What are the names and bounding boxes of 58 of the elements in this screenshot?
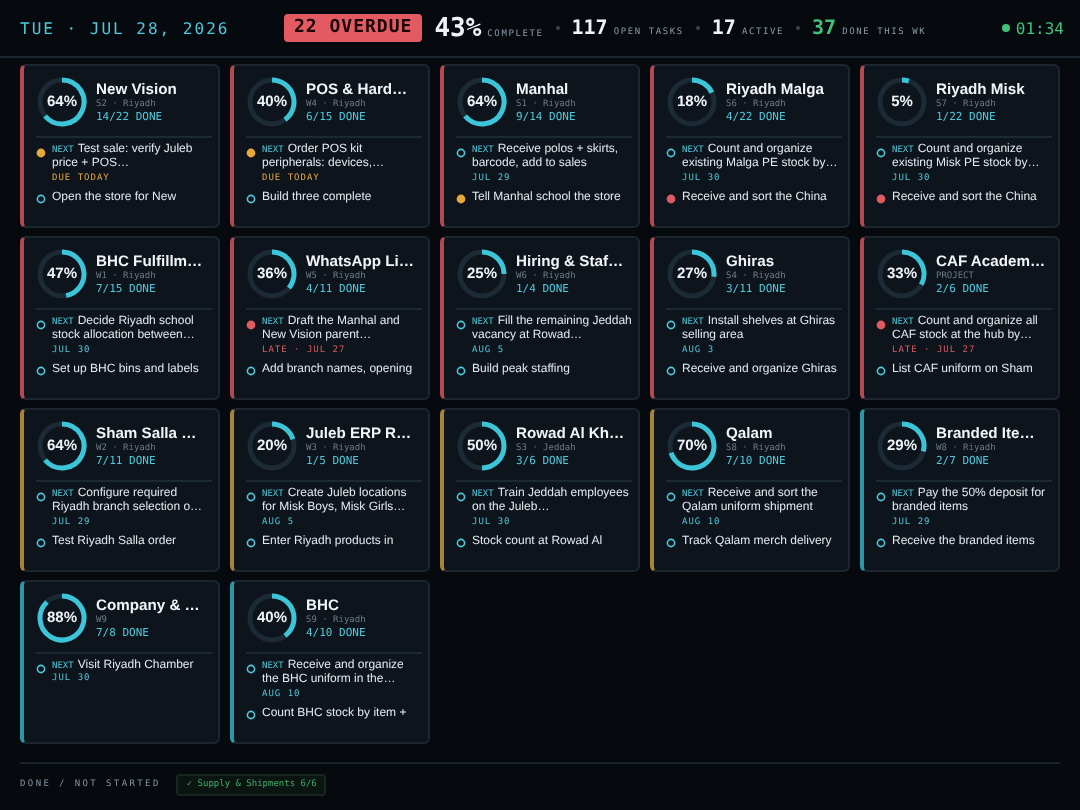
status-dot [36, 147, 46, 157]
status-dot [246, 319, 256, 329]
progress-ring [666, 420, 718, 472]
status-dot [246, 491, 256, 501]
status-dot [876, 147, 886, 157]
status-dot [666, 538, 676, 548]
status-dot [876, 538, 886, 548]
progress-ring [36, 420, 88, 472]
progress-ring [36, 592, 88, 644]
status-dot [36, 663, 46, 673]
status-dot [876, 366, 886, 376]
status-dot [666, 147, 676, 157]
stat-value: 43% [434, 13, 482, 43]
status-dot [876, 319, 886, 329]
status-dot [456, 194, 466, 204]
status-dot [456, 147, 466, 157]
status-dot [666, 194, 676, 204]
status-dot [456, 366, 466, 376]
status-dot [246, 538, 256, 548]
status-dot [36, 491, 46, 501]
clock-label: 01:34 [1015, 19, 1064, 37]
status-dot [246, 147, 256, 157]
progress-ring [876, 420, 928, 472]
status-dot [36, 319, 46, 329]
status-dot [246, 663, 256, 673]
status-dot [36, 538, 46, 548]
progress-ring [36, 76, 88, 128]
progress-ring [246, 592, 298, 644]
status-dot [246, 366, 256, 376]
stat-value: 37 [812, 17, 837, 39]
status-dot [246, 710, 256, 720]
status-dot [456, 491, 466, 501]
status-dot [1001, 24, 1010, 32]
status-dot [36, 194, 46, 204]
overdue-badge[interactable]: 22 OVERDUE [284, 14, 423, 42]
date-label: TUE · JUL 28, 2026 [20, 19, 232, 37]
status-dot [36, 366, 46, 376]
progress-ring [456, 420, 508, 472]
progress-ring [876, 248, 928, 300]
progress-ring [246, 76, 298, 128]
progress-ring [876, 76, 928, 128]
progress-ring [36, 248, 88, 300]
progress-ring [246, 248, 298, 300]
status-dot [666, 366, 676, 376]
stat-value: 17 [711, 17, 736, 39]
status-dot [876, 491, 886, 501]
status-dot [456, 319, 466, 329]
status-dot [666, 319, 676, 329]
status-dot [666, 491, 676, 501]
progress-ring [456, 248, 508, 300]
progress-ring [246, 420, 298, 472]
status-dot [876, 194, 886, 204]
progress-ring [666, 76, 718, 128]
status-dot [456, 538, 466, 548]
progress-ring [666, 248, 718, 300]
stat-value: 117 [571, 17, 608, 39]
status-dot [246, 194, 256, 204]
progress-ring [456, 76, 508, 128]
